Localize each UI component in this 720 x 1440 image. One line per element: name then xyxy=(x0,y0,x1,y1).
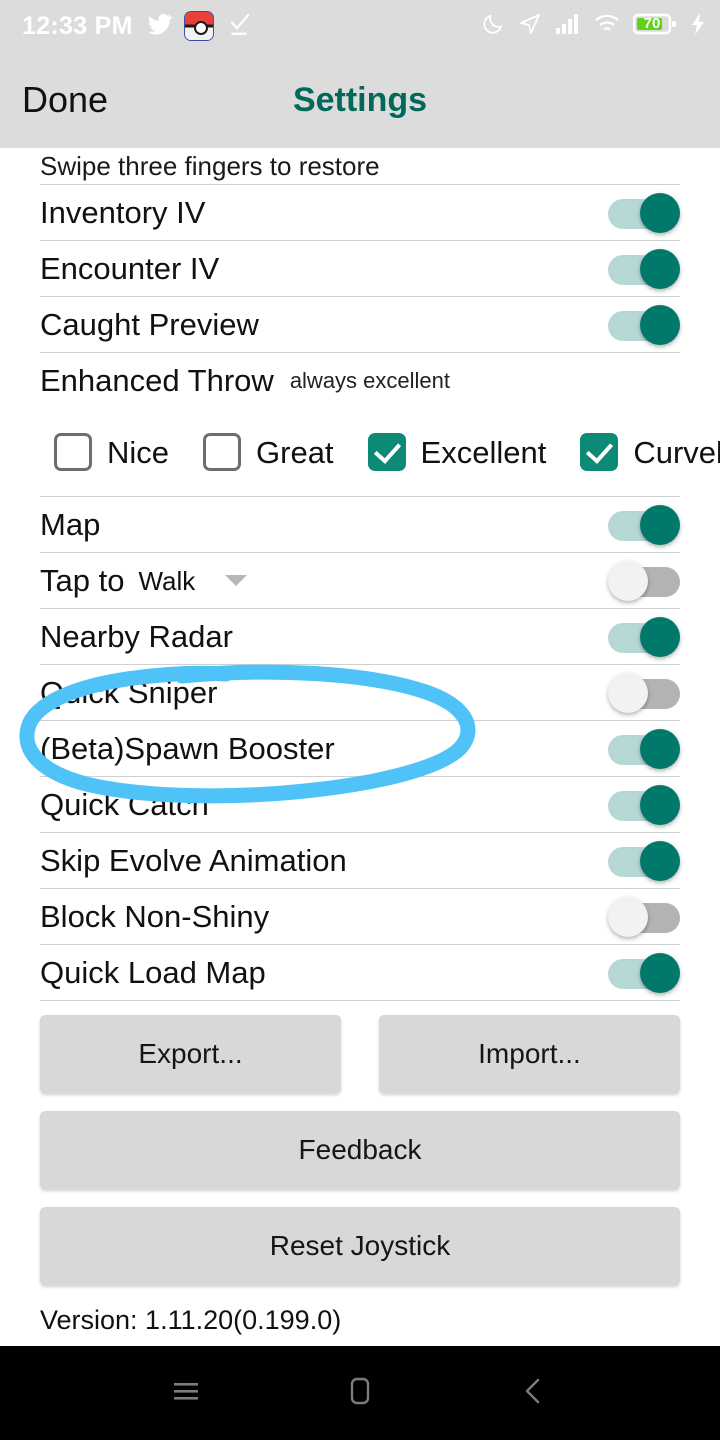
chevron-down-icon[interactable] xyxy=(225,575,248,586)
battery-icon: 70 xyxy=(632,12,677,41)
toggle-encounter-iv[interactable] xyxy=(608,248,680,289)
charging-bolt-icon xyxy=(690,12,706,41)
row-label: Inventory IV xyxy=(40,195,206,230)
feedback-button[interactable]: Feedback xyxy=(40,1111,680,1189)
button-gap xyxy=(40,1093,680,1111)
toggle-thumb xyxy=(640,784,680,825)
setting-row-inventory-iv[interactable]: Inventory IV xyxy=(40,184,680,240)
tap-to-dropdown-value[interactable]: Walk xyxy=(138,568,195,594)
toggle-thumb xyxy=(640,248,680,289)
status-bar-right: 70 xyxy=(481,12,706,41)
toggle-block-non-shiny[interactable] xyxy=(608,896,680,937)
reset-joystick-button[interactable]: Reset Joystick xyxy=(40,1207,680,1285)
toggle-thumb xyxy=(608,672,648,713)
row-label: Caught Preview xyxy=(40,307,259,342)
toggle-map[interactable] xyxy=(608,504,680,545)
toggle-caught-preview[interactable] xyxy=(608,304,680,345)
option-label: Excellent xyxy=(420,434,547,470)
pokeball-icon xyxy=(184,12,213,40)
back-icon[interactable] xyxy=(517,1374,551,1413)
setting-row-spawn-booster[interactable]: (Beta)Spawn Booster xyxy=(40,720,680,776)
moon-icon xyxy=(481,12,505,41)
toggle-quick-load-map[interactable] xyxy=(608,952,680,993)
status-bar-left: 12:33 PM xyxy=(22,11,252,42)
row-label: Enhanced Throw xyxy=(40,363,274,398)
option-label: Great xyxy=(256,434,334,470)
row-label: Quick Sniper xyxy=(40,675,218,710)
row-label: Quick Load Map xyxy=(40,955,266,990)
done-button[interactable]: Done xyxy=(22,82,108,118)
toggle-thumb xyxy=(640,616,680,657)
toggle-inventory-iv[interactable] xyxy=(608,192,680,233)
throw-option-curveball[interactable]: Curveball xyxy=(580,433,720,471)
toggle-thumb xyxy=(640,192,680,233)
row-label: Skip Evolve Animation xyxy=(40,843,347,878)
toggle-spawn-booster[interactable] xyxy=(608,728,680,769)
checkbox-curveball-icon[interactable] xyxy=(580,433,619,471)
setting-row-nearby-radar[interactable]: Nearby Radar xyxy=(40,608,680,664)
toggle-skip-evolve-animation[interactable] xyxy=(608,840,680,881)
setting-row-quick-load-map[interactable]: Quick Load Map xyxy=(40,944,680,1000)
toggle-quick-catch[interactable] xyxy=(608,784,680,825)
version-text: Version: 1.11.20(0.199.0) xyxy=(40,1305,342,1335)
setting-row-map[interactable]: Map xyxy=(40,496,680,552)
checkbox-nice-icon[interactable] xyxy=(54,433,92,471)
location-arrow-icon xyxy=(518,12,542,41)
row-label: Block Non-Shiny xyxy=(40,899,270,934)
toggle-thumb xyxy=(640,728,680,769)
checkbox-great-icon[interactable] xyxy=(203,433,242,471)
restore-hint: Swipe three fingers to restore xyxy=(40,150,380,181)
button-gap xyxy=(40,1189,680,1207)
setting-row-block-non-shiny[interactable]: Block Non-Shiny xyxy=(40,888,680,944)
toggle-nearby-radar[interactable] xyxy=(608,616,680,657)
import-button[interactable]: Import... xyxy=(379,1015,680,1093)
setting-row-quick-sniper[interactable]: Quick Sniper xyxy=(40,664,680,720)
checkbox-excellent-icon[interactable] xyxy=(367,433,406,471)
toggle-tap-to[interactable] xyxy=(608,560,680,601)
toggle-thumb xyxy=(608,896,648,937)
throw-option-nice[interactable]: Nice xyxy=(54,433,169,471)
home-icon[interactable] xyxy=(343,1374,377,1413)
toggle-thumb xyxy=(640,952,680,993)
throw-option-great[interactable]: Great xyxy=(203,433,334,471)
setting-row-quick-catch[interactable]: Quick Catch xyxy=(40,776,680,832)
twitter-icon xyxy=(146,11,172,42)
status-bar: 12:33 PM 70 xyxy=(0,0,720,52)
battery-level-text: 70 xyxy=(643,15,661,32)
throw-option-excellent[interactable]: Excellent xyxy=(367,433,547,471)
toggle-thumb xyxy=(640,304,680,345)
row-label: Encounter IV xyxy=(40,251,220,286)
setting-row-skip-evolve-animation[interactable]: Skip Evolve Animation xyxy=(40,832,680,888)
action-buttons-area: Export... Import... Feedback Reset Joyst… xyxy=(0,1001,720,1285)
setting-row-caught-preview[interactable]: Caught Preview xyxy=(40,296,680,352)
navigation-header: Done Settings xyxy=(0,52,720,148)
row-label: (Beta)Spawn Booster xyxy=(40,731,335,766)
recents-icon[interactable] xyxy=(169,1374,203,1413)
row-label: Nearby Radar xyxy=(40,619,233,654)
status-time: 12:33 PM xyxy=(22,11,133,40)
export-button[interactable]: Export... xyxy=(40,1015,341,1093)
check-underline-icon xyxy=(226,11,252,42)
row-label: Quick Catch xyxy=(40,787,209,822)
settings-list: Swipe three fingers to restore Inventory… xyxy=(0,148,720,1001)
throw-options-group: Nice Great Excellent Curveball xyxy=(40,408,720,496)
setting-row-tap-to[interactable]: Tap to Walk xyxy=(40,552,680,608)
export-import-row: Export... Import... xyxy=(40,1015,680,1093)
option-label: Curveball xyxy=(633,434,720,470)
setting-row-encounter-iv[interactable]: Encounter IV xyxy=(40,240,680,296)
option-label: Nice xyxy=(107,434,170,470)
row-label: Map xyxy=(40,507,101,542)
enhanced-throw-subtitle: always excellent xyxy=(289,367,450,393)
toggle-thumb xyxy=(640,840,680,881)
toggle-quick-sniper[interactable] xyxy=(608,672,680,713)
signal-icon xyxy=(555,13,581,40)
phone-screen: 12:33 PM 70 Done Settings Swipe three fi… xyxy=(0,0,720,1440)
setting-row-enhanced-throw[interactable]: Enhanced Throw always excellent xyxy=(40,352,680,408)
tap-to-label: Tap to xyxy=(40,563,125,598)
android-navigation-bar xyxy=(0,1346,720,1440)
toggle-thumb xyxy=(640,504,680,545)
toggle-thumb xyxy=(608,560,648,601)
wifi-icon xyxy=(594,13,620,40)
